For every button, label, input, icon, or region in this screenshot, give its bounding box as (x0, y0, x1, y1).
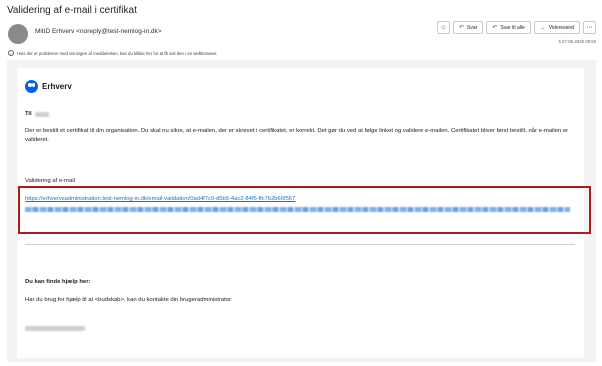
redacted-link-text (25, 207, 570, 212)
email-subject: Validering af e-mail i certifikat (7, 5, 137, 16)
info-line-text: Hvis der er problemer med visningen af m… (17, 50, 218, 56)
more-icon: ⋯ (586, 24, 593, 31)
reply-button[interactable]: ↶ Svar (452, 21, 484, 34)
validation-link[interactable]: https://erhvervsadministration.test-neml… (25, 196, 295, 202)
reply-all-label: Svar til alle (500, 24, 525, 31)
help-text: Har du brug for hjælp til at <budskab>, … (25, 297, 233, 303)
view-in-browser-notice[interactable]: i Hvis der er problemer med visningen af… (8, 50, 217, 56)
redacted-admin-name (25, 318, 85, 336)
reply-icon: ↶ (458, 24, 465, 31)
sender-address[interactable]: MitID Erhverv <noreply@test-nemlog-in.dk… (35, 28, 162, 35)
brand-name: Erhverv (42, 82, 72, 91)
avatar (8, 24, 28, 44)
brand-header: Erhverv (25, 80, 72, 93)
smiley-icon: ☺ (440, 24, 447, 31)
forward-label: Videresend (548, 24, 574, 31)
divider (25, 244, 575, 245)
validation-label: Validering af e-mail (25, 178, 75, 184)
redacted-recipient-name (34, 111, 49, 117)
body-paragraph: Der er bestilt et certifikat til din org… (25, 128, 569, 143)
reply-all-icon: ↶ (492, 24, 498, 31)
mitid-logo-icon (25, 80, 38, 93)
info-icon: i (8, 50, 14, 56)
emoji-reaction-button[interactable]: ☺ (436, 21, 450, 34)
help-title: Du kan finde hjælp her: (25, 279, 91, 285)
message-toolbar: ☺ ↶ Svar ↶ Svar til alle → Videresend ⋯ (436, 21, 596, 34)
reply-label: Svar (467, 24, 478, 31)
redacted-admin-text (25, 326, 85, 331)
greeting: Til (25, 111, 49, 117)
timestamp: ti 27-05-2025 09:55 (558, 39, 596, 44)
reply-all-button[interactable]: ↶ Svar til alle (486, 21, 531, 34)
forward-icon: → (539, 24, 546, 31)
forward-button[interactable]: → Videresend (533, 21, 580, 34)
more-actions-button[interactable]: ⋯ (583, 21, 596, 34)
greeting-prefix: Til (25, 111, 32, 117)
validation-link-continuation[interactable] (25, 207, 570, 212)
